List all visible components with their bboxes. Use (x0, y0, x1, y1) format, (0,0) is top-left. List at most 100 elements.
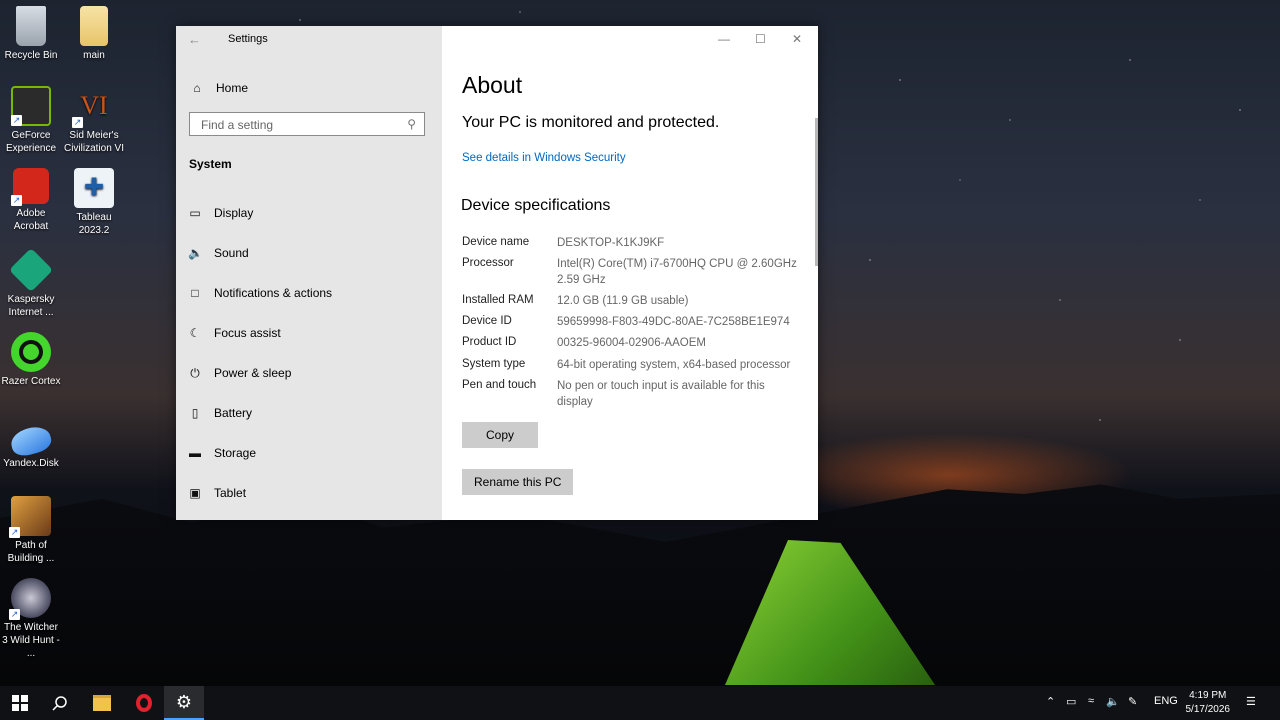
kaspersky-icon (8, 247, 54, 293)
speaker-icon: 🔈 (188, 246, 203, 260)
sidebar-item-notifications[interactable]: □ Notifications & actions (188, 283, 332, 303)
shortcut-arrow-icon: ↗ (9, 527, 20, 538)
settings-window: ← Settings ⌂ Home ⚲ System ▭ Display 🔈 S… (176, 26, 818, 520)
desktop-icon-label: Recycle Bin (4, 50, 58, 61)
page-title: About (462, 72, 523, 98)
desktop-icon-label: Tableau 2023.2 (76, 212, 112, 236)
spec-label-device-name: Device name (462, 236, 530, 248)
search-box[interactable]: ⚲ (189, 112, 425, 136)
spec-value-pen-touch: No pen or touch input is available for t… (557, 380, 765, 408)
settings-content: — ☐ ✕ About Your PC is monitored and pro… (442, 26, 818, 520)
rename-pc-button[interactable]: Rename this PC (462, 469, 574, 495)
recycle-bin-icon (16, 6, 46, 46)
window-title: Settings (228, 33, 268, 45)
spec-label-pen-touch: Pen and touch (462, 379, 537, 391)
desktop-icon-yandex-disk[interactable]: Yandex.Disk (0, 420, 62, 470)
shortcut-arrow-icon: ↗ (72, 117, 83, 128)
shortcut-arrow-icon: ↗ (9, 609, 20, 620)
spec-value-installed-ram: 12.0 GB (11.9 GB usable) (557, 295, 689, 307)
sidebar-item-focus-assist[interactable]: ☾ Focus assist (188, 323, 281, 343)
moon-icon: ☾ (189, 326, 201, 340)
title-bar[interactable]: ← Settings (176, 26, 442, 56)
wifi-icon[interactable]: ≈ (1088, 695, 1094, 707)
notifications-icon: □ (191, 286, 199, 300)
desktop-icon-civilization[interactable]: VI ↗ Sid Meier's Civilization VI (63, 86, 125, 155)
monitor-icon: ▭ (189, 206, 201, 220)
windows-security-link[interactable]: See details in Windows Security (462, 152, 626, 164)
sidebar-item-storage[interactable]: ▬ Storage (188, 443, 256, 463)
sidebar-item-display[interactable]: ▭ Display (188, 203, 253, 223)
civilization-icon: VI ↗ (72, 91, 108, 128)
nav-home-label: Home (216, 81, 249, 95)
yandex-disk-icon (8, 423, 54, 459)
desktop-icon-main-folder[interactable]: main (63, 6, 125, 62)
copy-button[interactable]: Copy (462, 422, 538, 448)
search-icon: ⚲ (407, 117, 416, 131)
desktop-icon-acrobat[interactable]: ↗ Adobe Acrobat (0, 168, 62, 233)
desktop-icon-recycle-bin[interactable]: Recycle Bin (0, 6, 62, 62)
sidebar-item-label: Storage (214, 446, 257, 460)
opera-button[interactable] (124, 686, 164, 720)
sidebar-item-label: Sound (214, 246, 249, 260)
nav-home[interactable]: ⌂ Home (190, 78, 248, 98)
settings-taskbar-button[interactable]: ⚙ (164, 686, 204, 720)
file-explorer-button[interactable] (82, 686, 122, 720)
scrollbar[interactable] (815, 118, 818, 266)
chevron-up-icon[interactable]: ⌃ (1046, 695, 1055, 708)
spec-value-processor: Intel(R) Core(TM) i7-6700HQ CPU @ 2.60GH… (557, 258, 797, 286)
volume-icon[interactable]: 🔈 (1106, 695, 1120, 708)
clock-time: 4:19 PM (1189, 690, 1227, 701)
network-device-icon[interactable]: ▭ (1066, 695, 1076, 708)
power-icon: ⏻ (190, 366, 200, 380)
spec-label-device-id: Device ID (462, 315, 512, 327)
home-icon: ⌂ (193, 81, 201, 95)
desktop-icon-kaspersky[interactable]: Kaspersky Internet ... (0, 247, 62, 319)
minimize-button[interactable]: — (718, 32, 730, 46)
close-button[interactable]: ✕ (792, 32, 802, 46)
desktop-icon-tableau[interactable]: ✚ Tableau 2023.2 (63, 168, 125, 237)
sidebar-item-power-sleep[interactable]: ⏻ Power & sleep (188, 363, 291, 383)
maximize-button[interactable]: ☐ (755, 32, 766, 46)
search-taskbar-button[interactable] (40, 686, 80, 720)
sidebar-item-sound[interactable]: 🔈 Sound (188, 243, 249, 263)
geforce-icon: ↗ (11, 86, 51, 126)
tablet-icon: ▣ (189, 486, 201, 500)
desktop-icon-razer-cortex[interactable]: Razer Cortex (0, 332, 62, 388)
sidebar-item-battery[interactable]: ▯ Battery (188, 403, 252, 423)
desktop-icon-witcher[interactable]: ↗ The Witcher 3 Wild Hunt - ... (0, 578, 62, 660)
sidebar-item-label: Battery (214, 406, 253, 420)
spec-label-system-type: System type (462, 358, 526, 370)
sidebar-item-tablet[interactable]: ▣ Tablet (188, 483, 246, 503)
shortcut-arrow-icon: ↗ (11, 195, 22, 206)
device-specs-heading: Device specifications (461, 197, 611, 214)
razer-cortex-icon (11, 332, 51, 372)
sidebar-item-label: Notifications & actions (214, 286, 333, 300)
spec-value-device-name: DESKTOP-K1KJ9KF (557, 237, 665, 249)
spec-value-device-id: 59659998-F803-49DC-80AE-7C258BE1E974 (557, 316, 790, 328)
desktop-icon-label: Razer Cortex (1, 376, 61, 387)
search-icon (52, 696, 67, 711)
folder-icon (80, 6, 108, 46)
desktop-icon-path-of-building[interactable]: ↗ Path of Building ... (0, 496, 62, 565)
start-button[interactable] (0, 686, 40, 720)
spec-value-system-type: 64-bit operating system, x64-based proce… (557, 359, 791, 371)
sidebar-section-heading: System (189, 157, 232, 171)
search-input[interactable] (199, 117, 403, 133)
action-center-icon[interactable]: ☰ (1246, 695, 1256, 708)
spec-label-processor: Processor (462, 257, 514, 269)
sidebar-item-label: Power & sleep (214, 366, 292, 380)
clock[interactable]: 4:19 PM 5/17/2026 (1186, 689, 1231, 717)
tableau-icon: ✚ (74, 168, 114, 208)
desktop-icon-label: Path of Building ... (7, 540, 55, 564)
back-arrow-icon[interactable]: ← (188, 32, 201, 47)
desktop-icon-label: main (83, 50, 105, 61)
spec-label-installed-ram: Installed RAM (462, 294, 534, 306)
desktop-icon-label: The Witcher 3 Wild Hunt - ... (2, 622, 60, 659)
spec-label-product-id: Product ID (462, 336, 517, 348)
pen-icon[interactable]: ✎ (1128, 695, 1137, 708)
desktop-icon-geforce[interactable]: ↗ GeForce Experience (0, 86, 62, 155)
language-indicator[interactable]: ENG (1154, 695, 1178, 707)
desktop-icon-label: Yandex.Disk (3, 458, 59, 469)
settings-sidebar: ← Settings ⌂ Home ⚲ System ▭ Display 🔈 S… (176, 26, 442, 520)
desktop-icon-label: GeForce Experience (5, 130, 57, 154)
